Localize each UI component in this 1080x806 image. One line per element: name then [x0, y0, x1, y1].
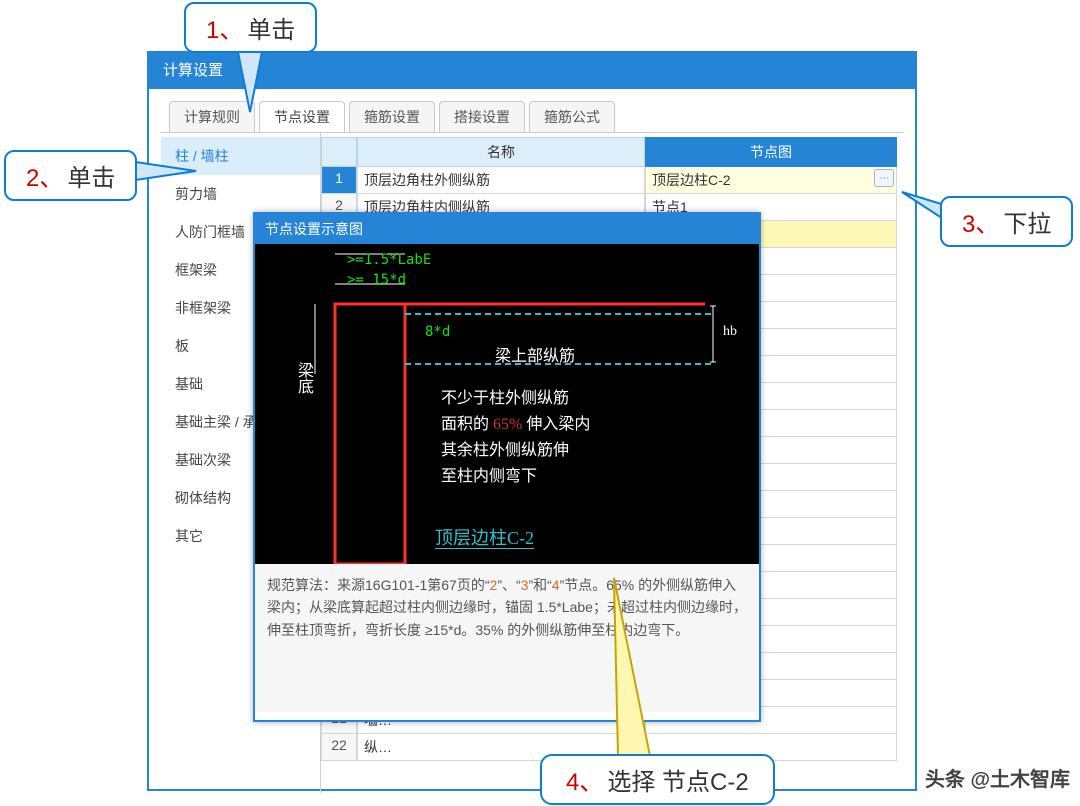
watermark: 头条 @土木智库: [925, 763, 1070, 792]
tab-strip: 计算规则 节点设置 箍筋设置 搭接设置 箍筋公式: [161, 101, 903, 133]
table-row[interactable]: 1顶层边角柱外侧纵筋顶层边柱C-2⋯: [321, 167, 897, 194]
preview-title: 节点设置示意图: [255, 214, 759, 244]
window-title: 计算设置: [149, 53, 915, 89]
preview-desc: 规范算法：来源16G101-1第67页的“2”、“3”和“4”节点。65% 的外…: [255, 564, 759, 712]
row-index: 22: [321, 734, 357, 761]
dim-labe: >=1.5*LabE: [347, 252, 431, 268]
callout-2-num: 2、: [26, 165, 63, 192]
tab-stirrup[interactable]: 箍筋设置: [349, 101, 435, 132]
col-index: [321, 137, 357, 167]
row-name: 顶层边角柱外侧纵筋: [357, 167, 645, 194]
callout-3: 3、下拉: [940, 196, 1073, 247]
callout-1-text: 单击: [247, 17, 295, 44]
note-line4: 至柱内侧弯下: [441, 462, 537, 486]
callout-1: 1、单击: [184, 2, 317, 53]
tab-stirrup-formula[interactable]: 箍筋公式: [529, 101, 615, 132]
callout-2: 2、单击: [4, 150, 137, 201]
dim-8d: 8*d: [425, 324, 450, 340]
grid-header: 名称 节点图: [321, 137, 897, 167]
sidebar-item-shearwall[interactable]: 剪力墙: [161, 175, 320, 213]
dim-15d: >= 15*d: [347, 272, 406, 288]
tab-calc-rule[interactable]: 计算规则: [169, 101, 255, 132]
col-node: 节点图: [645, 137, 897, 167]
label-liangdi: 梁底: [291, 362, 315, 394]
callout-4-num: 4、: [566, 769, 603, 796]
callout-2-text: 单击: [67, 165, 115, 192]
preview-diagram: >=1.5*LabE >= 15*d 8*d 梁底 hb 梁上部纵筋 不少于柱外…: [255, 244, 759, 564]
tab-splice[interactable]: 搭接设置: [439, 101, 525, 132]
callout-3-num: 3、: [962, 211, 999, 238]
note-line1: 不少于柱外侧纵筋: [441, 384, 569, 408]
sidebar-item-column[interactable]: 柱 / 墙柱: [161, 137, 320, 175]
row-index: 1: [321, 167, 357, 194]
col-name: 名称: [357, 137, 645, 167]
callout-1-num: 1、: [206, 17, 243, 44]
tab-node-setting[interactable]: 节点设置: [259, 101, 345, 132]
note-line2: 面积的 65% 伸入梁内: [441, 410, 590, 434]
dropdown-button[interactable]: ⋯: [874, 169, 894, 187]
callout-4: 4、选择 节点C-2: [540, 754, 775, 805]
node-preview-panel: 节点设置示意图 >=1.5*LabE >= 15*d 8*d 梁底 hb 梁上部…: [253, 212, 761, 722]
callout-3-text: 下拉: [1003, 211, 1051, 238]
callout-4-text: 选择 节点C-2: [607, 769, 748, 796]
label-beam-rebar: 梁上部纵筋: [495, 342, 575, 366]
label-hb: hb: [723, 324, 737, 340]
row-node[interactable]: 顶层边柱C-2⋯: [645, 167, 897, 194]
note-line3: 其余柱外侧纵筋伸: [441, 436, 569, 460]
diagram-title: 顶层边柱C-2: [435, 524, 534, 550]
